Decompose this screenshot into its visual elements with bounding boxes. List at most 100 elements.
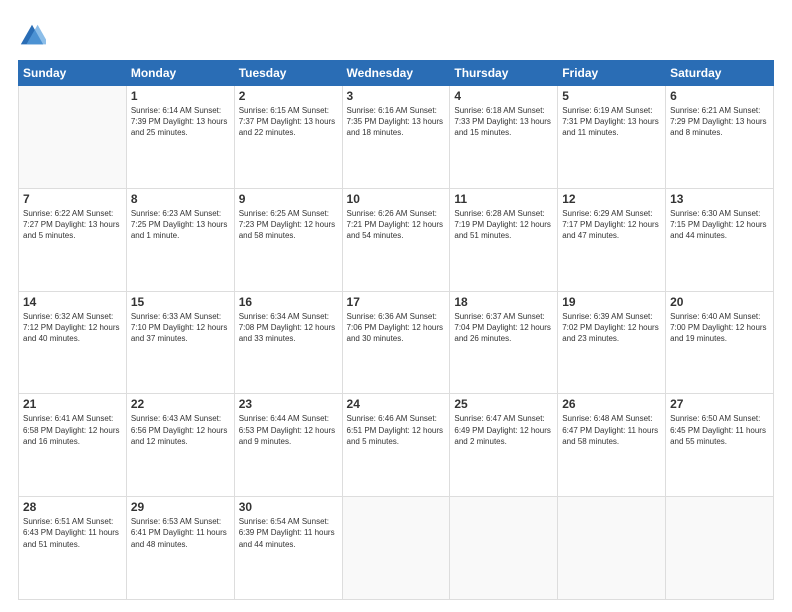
calendar-cell: 26 Sunrise: 6:48 AM Sunset: 6:47 PM Dayli…	[558, 394, 666, 497]
calendar-cell: 4 Sunrise: 6:18 AM Sunset: 7:33 PM Daylig…	[450, 86, 558, 189]
day-info: Sunrise: 6:30 AM Sunset: 7:15 PM Dayligh…	[670, 208, 769, 242]
day-number: 27	[670, 397, 769, 411]
day-number: 15	[131, 295, 230, 309]
day-number: 5	[562, 89, 661, 103]
calendar-week-5: 28 Sunrise: 6:51 AM Sunset: 6:43 PM Dayli…	[19, 497, 774, 600]
day-number: 23	[239, 397, 338, 411]
day-number: 13	[670, 192, 769, 206]
day-number: 7	[23, 192, 122, 206]
calendar-cell: 2 Sunrise: 6:15 AM Sunset: 7:37 PM Daylig…	[234, 86, 342, 189]
calendar-header-thursday: Thursday	[450, 61, 558, 86]
calendar-cell: 22 Sunrise: 6:43 AM Sunset: 6:56 PM Dayli…	[126, 394, 234, 497]
day-number: 25	[454, 397, 553, 411]
calendar-cell: 5Sunrise: 6:19 AM Sunset: 7:31 PM Daylig…	[558, 86, 666, 189]
calendar-cell	[558, 497, 666, 600]
calendar-cell: 25 Sunrise: 6:47 AM Sunset: 6:49 PM Dayli…	[450, 394, 558, 497]
calendar-week-2: 7 Sunrise: 6:22 AM Sunset: 7:27 PM Daylig…	[19, 188, 774, 291]
calendar-cell: 9 Sunrise: 6:25 AM Sunset: 7:23 PM Daylig…	[234, 188, 342, 291]
calendar-cell: 6 Sunrise: 6:21 AM Sunset: 7:29 PM Daylig…	[666, 86, 774, 189]
day-info: Sunrise: 6:44 AM Sunset: 6:53 PM Dayligh…	[239, 413, 338, 447]
calendar-cell: 8 Sunrise: 6:23 AM Sunset: 7:25 PM Daylig…	[126, 188, 234, 291]
day-info: Sunrise: 6:23 AM Sunset: 7:25 PM Dayligh…	[131, 208, 230, 242]
day-info: Sunrise: 6:46 AM Sunset: 6:51 PM Dayligh…	[347, 413, 446, 447]
day-info: Sunrise: 6:47 AM Sunset: 6:49 PM Dayligh…	[454, 413, 553, 447]
day-info: Sunrise: 6:29 AM Sunset: 7:17 PM Dayligh…	[562, 208, 661, 242]
day-number: 26	[562, 397, 661, 411]
day-number: 14	[23, 295, 122, 309]
day-number: 1	[131, 89, 230, 103]
calendar-week-4: 21 Sunrise: 6:41 AM Sunset: 6:58 PM Dayli…	[19, 394, 774, 497]
calendar-cell: 16 Sunrise: 6:34 AM Sunset: 7:08 PM Dayli…	[234, 291, 342, 394]
day-number: 9	[239, 192, 338, 206]
day-number: 8	[131, 192, 230, 206]
day-info: Sunrise: 6:50 AM Sunset: 6:45 PM Dayligh…	[670, 413, 769, 447]
day-number: 19	[562, 295, 661, 309]
calendar-cell: 11 Sunrise: 6:28 AM Sunset: 7:19 PM Dayli…	[450, 188, 558, 291]
day-number: 21	[23, 397, 122, 411]
calendar-cell: 3Sunrise: 6:16 AM Sunset: 7:35 PM Daylig…	[342, 86, 450, 189]
day-info: Sunrise: 6:41 AM Sunset: 6:58 PM Dayligh…	[23, 413, 122, 447]
calendar-week-3: 14Sunrise: 6:32 AM Sunset: 7:12 PM Dayli…	[19, 291, 774, 394]
day-number: 6	[670, 89, 769, 103]
calendar-cell: 23 Sunrise: 6:44 AM Sunset: 6:53 PM Dayli…	[234, 394, 342, 497]
day-info: Sunrise: 6:36 AM Sunset: 7:06 PM Dayligh…	[347, 311, 446, 345]
calendar-cell: 18 Sunrise: 6:37 AM Sunset: 7:04 PM Dayli…	[450, 291, 558, 394]
day-info: Sunrise: 6:37 AM Sunset: 7:04 PM Dayligh…	[454, 311, 553, 345]
calendar-cell: 17 Sunrise: 6:36 AM Sunset: 7:06 PM Dayli…	[342, 291, 450, 394]
day-info: Sunrise: 6:48 AM Sunset: 6:47 PM Dayligh…	[562, 413, 661, 447]
day-info: Sunrise: 6:25 AM Sunset: 7:23 PM Dayligh…	[239, 208, 338, 242]
calendar-cell	[450, 497, 558, 600]
calendar-cell: 20 Sunrise: 6:40 AM Sunset: 7:00 PM Dayli…	[666, 291, 774, 394]
calendar-cell: 15 Sunrise: 6:33 AM Sunset: 7:10 PM Dayli…	[126, 291, 234, 394]
day-info: Sunrise: 6:18 AM Sunset: 7:33 PM Dayligh…	[454, 105, 553, 139]
calendar-header-tuesday: Tuesday	[234, 61, 342, 86]
calendar-cell: 24 Sunrise: 6:46 AM Sunset: 6:51 PM Dayli…	[342, 394, 450, 497]
calendar-cell: 27 Sunrise: 6:50 AM Sunset: 6:45 PM Dayli…	[666, 394, 774, 497]
day-info: Sunrise: 6:51 AM Sunset: 6:43 PM Dayligh…	[23, 516, 122, 550]
day-number: 24	[347, 397, 446, 411]
calendar-cell: 13 Sunrise: 6:30 AM Sunset: 7:15 PM Dayli…	[666, 188, 774, 291]
day-info: Sunrise: 6:22 AM Sunset: 7:27 PM Dayligh…	[23, 208, 122, 242]
logo-icon	[18, 22, 46, 50]
day-info: Sunrise: 6:33 AM Sunset: 7:10 PM Dayligh…	[131, 311, 230, 345]
day-number: 4	[454, 89, 553, 103]
calendar-cell: 1 Sunrise: 6:14 AM Sunset: 7:39 PM Daylig…	[126, 86, 234, 189]
day-number: 10	[347, 192, 446, 206]
day-info: Sunrise: 6:15 AM Sunset: 7:37 PM Dayligh…	[239, 105, 338, 139]
header	[18, 18, 774, 50]
calendar-table: SundayMondayTuesdayWednesdayThursdayFrid…	[18, 60, 774, 600]
calendar-header-row: SundayMondayTuesdayWednesdayThursdayFrid…	[19, 61, 774, 86]
day-info: Sunrise: 6:43 AM Sunset: 6:56 PM Dayligh…	[131, 413, 230, 447]
calendar-cell	[666, 497, 774, 600]
calendar-cell: 30Sunrise: 6:54 AM Sunset: 6:39 PM Dayli…	[234, 497, 342, 600]
day-info: Sunrise: 6:34 AM Sunset: 7:08 PM Dayligh…	[239, 311, 338, 345]
day-number: 17	[347, 295, 446, 309]
day-number: 12	[562, 192, 661, 206]
day-info: Sunrise: 6:21 AM Sunset: 7:29 PM Dayligh…	[670, 105, 769, 139]
logo	[18, 22, 50, 50]
calendar-cell	[342, 497, 450, 600]
day-info: Sunrise: 6:40 AM Sunset: 7:00 PM Dayligh…	[670, 311, 769, 345]
calendar-cell: 29Sunrise: 6:53 AM Sunset: 6:41 PM Dayli…	[126, 497, 234, 600]
day-number: 3	[347, 89, 446, 103]
calendar-cell: 19 Sunrise: 6:39 AM Sunset: 7:02 PM Dayli…	[558, 291, 666, 394]
calendar-cell: 7 Sunrise: 6:22 AM Sunset: 7:27 PM Daylig…	[19, 188, 127, 291]
calendar-cell	[19, 86, 127, 189]
day-info: Sunrise: 6:28 AM Sunset: 7:19 PM Dayligh…	[454, 208, 553, 242]
day-number: 18	[454, 295, 553, 309]
calendar-header-sunday: Sunday	[19, 61, 127, 86]
calendar-header-friday: Friday	[558, 61, 666, 86]
day-info: Sunrise: 6:39 AM Sunset: 7:02 PM Dayligh…	[562, 311, 661, 345]
day-info: Sunrise: 6:53 AM Sunset: 6:41 PM Dayligh…	[131, 516, 230, 550]
day-info: Sunrise: 6:14 AM Sunset: 7:39 PM Dayligh…	[131, 105, 230, 139]
calendar-cell: 21 Sunrise: 6:41 AM Sunset: 6:58 PM Dayli…	[19, 394, 127, 497]
day-number: 11	[454, 192, 553, 206]
day-number: 28	[23, 500, 122, 514]
day-number: 16	[239, 295, 338, 309]
calendar-cell: 14Sunrise: 6:32 AM Sunset: 7:12 PM Dayli…	[19, 291, 127, 394]
day-number: 22	[131, 397, 230, 411]
day-number: 20	[670, 295, 769, 309]
calendar-week-1: 1 Sunrise: 6:14 AM Sunset: 7:39 PM Daylig…	[19, 86, 774, 189]
day-number: 2	[239, 89, 338, 103]
day-info: Sunrise: 6:54 AM Sunset: 6:39 PM Dayligh…	[239, 516, 338, 550]
